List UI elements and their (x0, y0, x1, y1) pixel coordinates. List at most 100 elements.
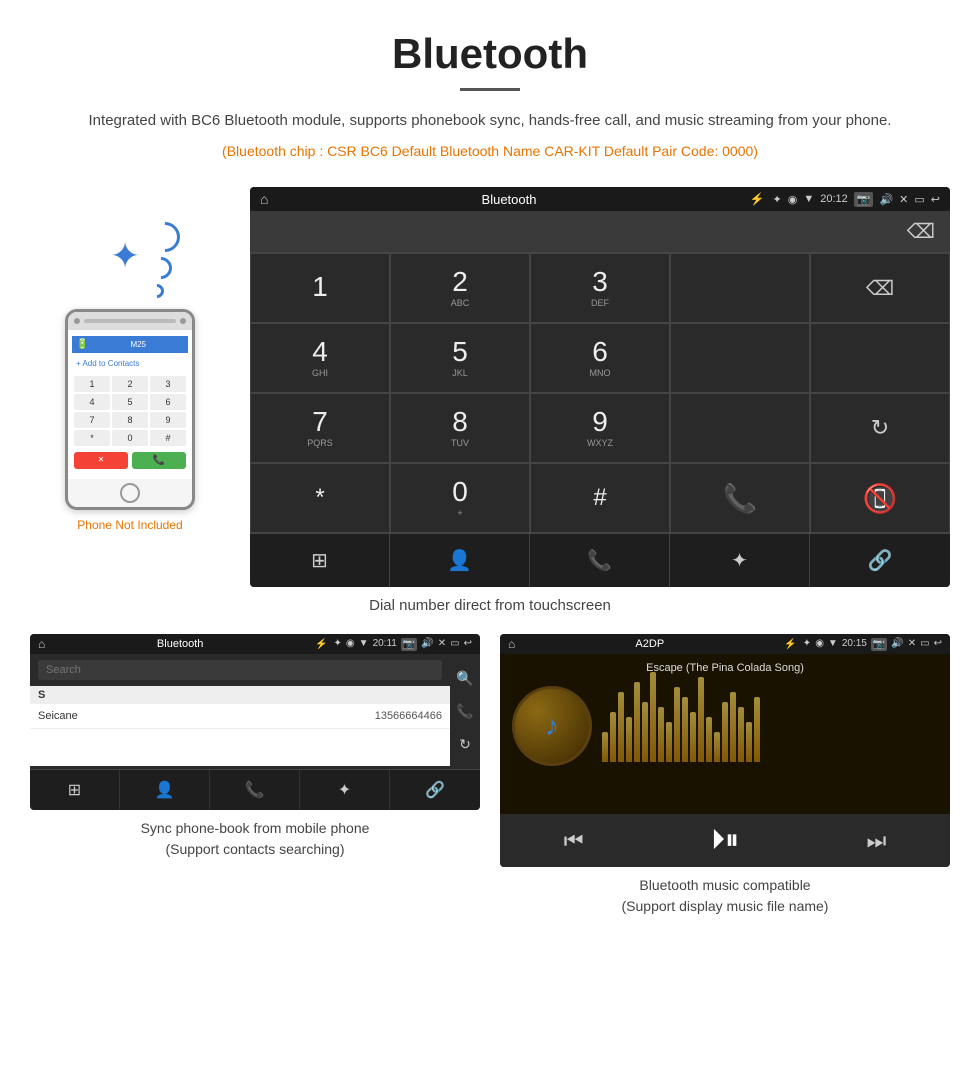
music-status-icons: ✦ ◉ ▼ 20:15 📷 🔊 ✕ ▭ ↩ (803, 638, 942, 651)
main-section: ✦ 🔋 M25 + Add to Contacts 1 (0, 187, 980, 587)
bluetooth-icon-wrapper: ✦ (80, 217, 180, 297)
pb-search-side-icon[interactable]: 🔍 (456, 662, 473, 695)
volume-icon: 🔊 (879, 193, 893, 206)
dial-key-9[interactable]: 9 WXYZ (530, 393, 670, 463)
backspace-key[interactable]: ⌫ (810, 253, 950, 323)
close-icon[interactable]: ✕ (899, 193, 908, 206)
next-track-button[interactable]: ⏭ (866, 828, 886, 854)
pb-phone-btn[interactable]: 📞 (210, 770, 300, 810)
pb-back-icon[interactable]: ↩ (464, 638, 472, 651)
dial-key-6[interactable]: 6 MNO (530, 323, 670, 393)
music-time: 20:15 (842, 638, 867, 651)
end-call-button[interactable]: 📵 (810, 463, 950, 533)
status-icons: ✦ ◉ ▼ 20:12 📷 🔊 ✕ ▭ ↩ (773, 192, 941, 207)
dial-key-7[interactable]: 7 PQRS (250, 393, 390, 463)
wave-small-icon (147, 281, 167, 301)
dial-key-5[interactable]: 5 JKL (390, 323, 530, 393)
pb-status-icons: ✦ ◉ ▼ 20:11 📷 🔊 ✕ ▭ ↩ (334, 638, 472, 651)
pb-win-icon[interactable]: ▭ (450, 638, 459, 651)
phone-dialpad: 1 2 3 4 5 6 7 8 9 * 0 # (72, 374, 188, 448)
wifi-waves-icon (150, 222, 180, 298)
phonebook-screen: ⌂ Bluetooth ⚡ ✦ ◉ ▼ 20:11 📷 🔊 ✕ ▭ ↩ (30, 634, 480, 810)
pb-caption: Sync phone-book from mobile phone (Suppo… (30, 818, 480, 860)
wifi-icon: ▼ (803, 193, 814, 205)
time-display: 20:12 (820, 193, 848, 205)
music-controls: ⏮ ⏵⏸ ⏭ (500, 814, 950, 867)
dial-screen-caption: Dial number direct from touchscreen (0, 597, 980, 614)
pb-contact-header: S (30, 686, 450, 704)
page-title: Bluetooth (60, 30, 920, 78)
dial-key-4[interactable]: 4 GHI (250, 323, 390, 393)
pb-side-icons: 🔍 📞 ↻ (450, 654, 480, 769)
music-close-icon[interactable]: ✕ (908, 638, 916, 651)
dial-key-empty-3 (810, 323, 950, 393)
bluetooth-icon-button[interactable]: ✦ (670, 534, 810, 587)
pb-contacts-btn[interactable]: 👤 (120, 770, 210, 810)
usb-icon: ⚡ (750, 192, 765, 206)
pb-search-input[interactable] (38, 660, 442, 680)
dial-key-hash[interactable]: # (530, 463, 670, 533)
pb-refresh-side-icon[interactable]: ↻ (459, 728, 471, 761)
phone-screen: 🔋 M25 + Add to Contacts 1 2 3 4 5 6 7 8 … (68, 330, 192, 479)
pb-home-icon[interactable]: ⌂ (38, 637, 45, 651)
grid-icon-button[interactable]: ⊞ (250, 534, 390, 587)
phone-key: 9 (150, 412, 186, 428)
contacts-icon-button[interactable]: 👤 (390, 534, 530, 587)
home-icon[interactable]: ⌂ (260, 191, 268, 207)
refresh-key[interactable]: ↻ (810, 393, 950, 463)
music-album-art: ♪ (512, 686, 592, 766)
pb-contact-list: S Seicane 13566664466 (30, 686, 450, 766)
call-button[interactable]: 📞 (670, 463, 810, 533)
pb-screen-title: Bluetooth (51, 638, 309, 650)
music-visualizer (602, 686, 938, 766)
music-song-title: Escape (The Pina Colada Song) (500, 654, 950, 678)
pb-loc-icon: ◉ (346, 638, 355, 651)
phone-home-button (120, 483, 140, 503)
phone-key: * (74, 430, 110, 446)
dial-key-0[interactable]: 0 + (390, 463, 530, 533)
dial-key-8[interactable]: 8 TUV (390, 393, 530, 463)
pb-contact-row[interactable]: Seicane 13566664466 (30, 704, 450, 729)
phone-dot (180, 318, 186, 324)
pb-call-side-icon[interactable]: 📞 (456, 695, 473, 728)
play-pause-button[interactable]: ⏵⏸ (711, 824, 739, 857)
pb-bottom-bar: ⊞ 👤 📞 ✦ 🔗 (30, 769, 480, 810)
dial-key-3[interactable]: 3 DEF (530, 253, 670, 323)
phone-speaker (84, 319, 176, 323)
music-cam-icon: 📷 (871, 638, 887, 651)
music-win-icon[interactable]: ▭ (920, 638, 929, 651)
phone-icon-button[interactable]: 📞 (530, 534, 670, 587)
phone-add-contacts: + Add to Contacts (72, 357, 188, 370)
window-icon[interactable]: ▭ (914, 193, 924, 206)
page-description: Integrated with BC6 Bluetooth module, su… (60, 109, 920, 133)
music-caption: Bluetooth music compatible (Support disp… (500, 875, 950, 917)
dial-key-2[interactable]: 2 ABC (390, 253, 530, 323)
phone-not-included-label: Phone Not Included (77, 518, 182, 532)
pb-bt-btn[interactable]: ✦ (300, 770, 390, 810)
pb-content: S Seicane 13566664466 (30, 654, 450, 769)
back-icon[interactable]: ↩ (931, 193, 940, 206)
music-home-icon[interactable]: ⌂ (508, 637, 515, 651)
dialpad-grid: 1 2 ABC 3 DEF ⌫ 4 GHI 5 JKL (250, 252, 950, 533)
phone-key: 3 (150, 376, 186, 392)
dial-key-empty-4 (670, 393, 810, 463)
phone-action-buttons: ✕ 📞 (72, 448, 188, 473)
dial-key-1[interactable]: 1 (250, 253, 390, 323)
phone-top-bar (68, 312, 192, 330)
music-screen: ⌂ A2DP ⚡ ✦ ◉ ▼ 20:15 📷 🔊 ✕ ▭ ↩ Escape (T… (500, 634, 950, 867)
pb-vol-icon: 🔊 (421, 638, 433, 651)
phone-key: 4 (74, 394, 110, 410)
bottom-screenshots: ⌂ Bluetooth ⚡ ✦ ◉ ▼ 20:11 📷 🔊 ✕ ▭ ↩ (0, 634, 980, 917)
link-icon-button[interactable]: 🔗 (810, 534, 950, 587)
music-status-bar: ⌂ A2DP ⚡ ✦ ◉ ▼ 20:15 📷 🔊 ✕ ▭ ↩ (500, 634, 950, 654)
camera-icon: 📷 (854, 192, 874, 207)
dial-key-star[interactable]: * (250, 463, 390, 533)
pb-grid-btn[interactable]: ⊞ (30, 770, 120, 810)
backspace-button[interactable]: ⌫ (907, 219, 935, 244)
music-back-icon[interactable]: ↩ (934, 638, 942, 651)
phone-call-btn: 📞 (132, 452, 186, 469)
pb-link-btn[interactable]: 🔗 (390, 770, 480, 810)
prev-track-button[interactable]: ⏮ (564, 828, 584, 854)
pb-close-icon[interactable]: ✕ (438, 638, 446, 651)
phone-key: # (150, 430, 186, 446)
